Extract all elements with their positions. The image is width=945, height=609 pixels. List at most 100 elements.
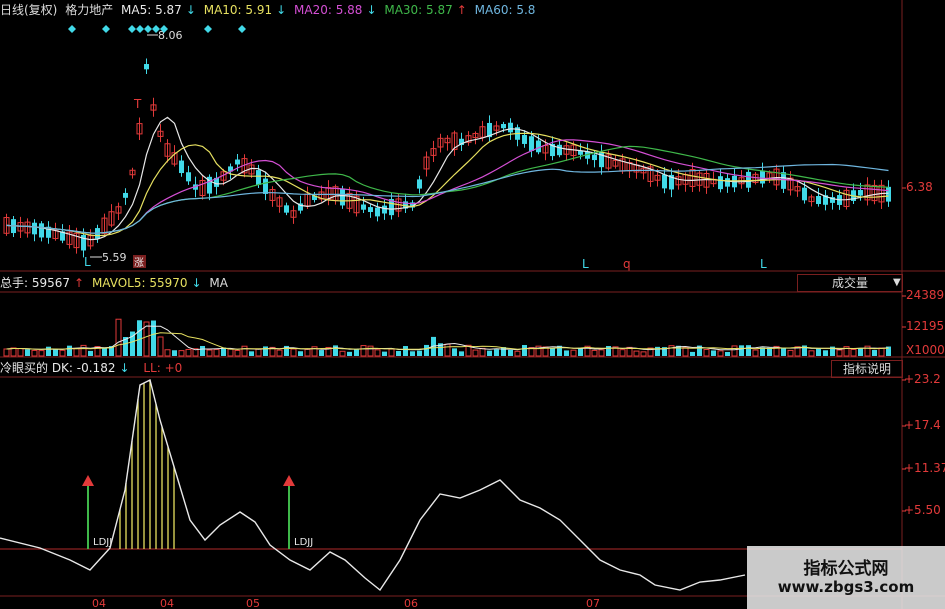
volume-bar-up (227, 348, 234, 357)
volume-bar-down (494, 349, 499, 356)
marker-l-1: L (84, 255, 91, 269)
volume-bar-up (444, 343, 451, 357)
candle-down (662, 174, 667, 189)
volume-bar-down (396, 350, 401, 356)
candle-down (529, 136, 534, 151)
event-markers (68, 25, 246, 33)
chart-canvas[interactable]: LDJJ LDJJ 8.06 5.59 T 涨 L L q L 04 04 05… (0, 0, 945, 609)
candle-down (557, 144, 562, 156)
volume-bar-up (640, 351, 647, 357)
rise-mark: 涨 (134, 257, 144, 269)
price-annotations: 8.06 5.59 T 涨 L L q L (84, 29, 767, 271)
volume-bar-down (522, 345, 527, 356)
volume-bar-down (508, 349, 513, 356)
candle-down (284, 205, 289, 213)
volume-bar-up (10, 347, 17, 357)
candle-down (123, 192, 128, 198)
volume-bar-up (731, 345, 738, 357)
candle-down (382, 205, 387, 214)
price-axis-ticks (902, 187, 906, 512)
volume-bar-down (711, 350, 716, 356)
date-label-4: 06 (404, 597, 418, 609)
diamond-icon (102, 25, 110, 33)
volume-bar-down (53, 349, 58, 356)
volume-bar-up (234, 349, 241, 357)
volume-bar-up (31, 349, 38, 357)
candle-down (39, 223, 44, 238)
volume-bar-down (298, 351, 303, 356)
volume-bar-up (633, 350, 640, 357)
candle-down (781, 172, 786, 189)
candle-down (718, 176, 723, 190)
volume-bar-up (304, 348, 311, 357)
candle-down (263, 178, 268, 194)
date-label-5: 07 (586, 597, 600, 609)
candle-down (417, 179, 422, 189)
volume-bar-up (598, 349, 605, 357)
marker-q: q (623, 257, 631, 271)
volume-bar-up (115, 318, 122, 357)
low-price-label: 5.59 (102, 251, 127, 264)
t-mark: T (133, 97, 142, 111)
volume-bar-up (59, 349, 66, 357)
volume-bar-down (858, 348, 863, 356)
volume-bar-down (746, 345, 751, 356)
volume-bar-up (717, 350, 724, 357)
dk-line (0, 378, 746, 592)
candle-down (725, 178, 730, 187)
volume-bar-up (374, 349, 381, 357)
panel-grid (0, 0, 945, 609)
site-watermark: 指标公式网 www.zbgs3.com (747, 546, 945, 609)
volume-bar-down (102, 347, 107, 356)
volume-bar-up (157, 336, 164, 357)
volume-bar-up (360, 345, 367, 357)
volume-bar-up (290, 348, 297, 357)
candle-down (592, 154, 597, 161)
volume-bar-up (591, 349, 598, 357)
buy-signal-1: LDJJ (82, 475, 112, 549)
candlestick-series (3, 58, 891, 258)
volume-bar-up (850, 348, 857, 357)
volume-bar-down (725, 351, 730, 356)
volume-bar-down (382, 351, 387, 356)
volume-bar-up (73, 348, 80, 357)
candle-down (501, 124, 506, 129)
volume-bar-up (206, 349, 213, 357)
watermark-url: www.zbgs3.com (777, 578, 915, 596)
volume-bar-down (417, 350, 422, 356)
volume-bar-up (17, 348, 24, 357)
candle-down (179, 160, 184, 174)
volume-bar-up (703, 349, 710, 357)
volume-bar-up (241, 345, 248, 357)
volume-bar-up (185, 348, 192, 357)
volume-bar-down (410, 351, 415, 356)
volume-bar-up (367, 345, 374, 357)
volume-bar-down (88, 350, 93, 356)
candle-down (32, 222, 37, 235)
diamond-icon (68, 25, 76, 33)
volume-bar-down (655, 346, 660, 356)
date-label-1: 04 (92, 597, 106, 609)
volume-bar-up (570, 349, 577, 357)
candle-down (858, 190, 863, 196)
date-label-2: 04 (160, 597, 174, 609)
candle-down (144, 64, 149, 70)
volume-bar-down (564, 350, 569, 356)
candle-down (522, 134, 527, 144)
volume-bar-down (249, 351, 254, 356)
candle-down (746, 171, 751, 188)
marker-l-3: L (760, 257, 767, 271)
volume-bar-up (80, 344, 87, 357)
up-arrow-icon (82, 475, 94, 486)
volume-bar-down (67, 345, 72, 356)
volume-bar-down (319, 350, 324, 356)
volume-bar-down (403, 346, 408, 356)
diamond-icon (204, 25, 212, 33)
volume-bar-down (46, 346, 51, 356)
volume-bar-up (514, 350, 521, 357)
volume-bar-down (354, 349, 359, 356)
volume-bar-up (752, 349, 759, 357)
volume-bar-down (739, 345, 744, 356)
volume-bar-up (213, 349, 220, 357)
indicator-line (0, 378, 746, 592)
